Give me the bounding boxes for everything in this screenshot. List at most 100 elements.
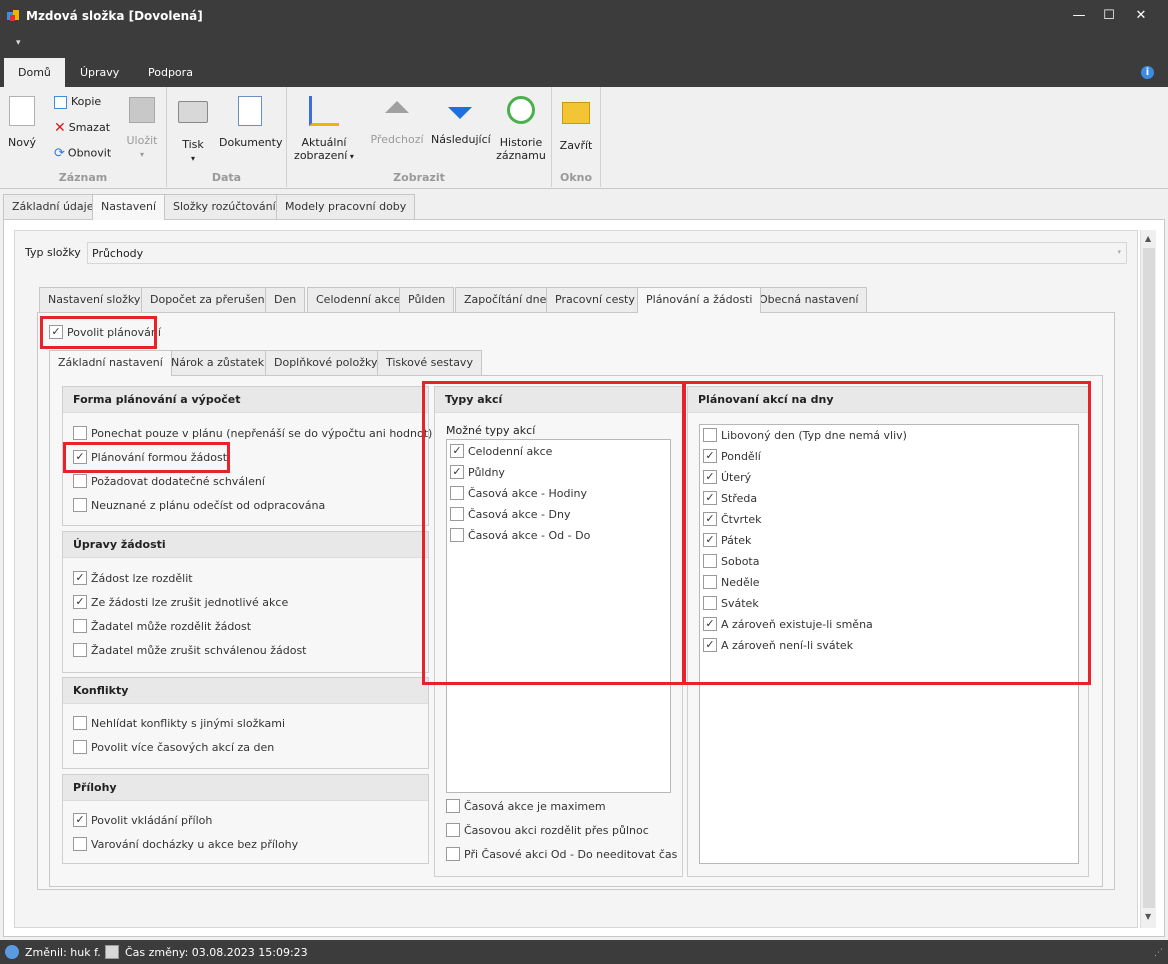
tab-narok-a-zustatek[interactable]: Nárok a zůstatek bbox=[162, 350, 274, 375]
ponechat-checkbox[interactable]: Ponechat pouze v plánu (nepřenáší se do … bbox=[73, 426, 432, 442]
list-item[interactable]: Neděle bbox=[703, 575, 760, 591]
tab-celodenni-akce[interactable]: Celodenní akce bbox=[307, 287, 410, 312]
tab-doplnkove-polozky[interactable]: Doplňkové položky bbox=[265, 350, 387, 375]
print-button[interactable]: Tisk ▾ bbox=[177, 93, 209, 164]
refresh-button[interactable]: ⟳ Obnovit bbox=[54, 146, 111, 161]
user-icon bbox=[5, 945, 19, 959]
copy-button[interactable]: Kopie bbox=[54, 95, 101, 109]
list-item[interactable]: ✓ Úterý bbox=[703, 470, 751, 486]
casova-maximem-checkbox[interactable]: Časová akce je maximem bbox=[446, 799, 606, 815]
vertical-scrollbar[interactable]: ▲ ▼ bbox=[1140, 230, 1156, 928]
list-item[interactable]: ✓ Pondělí bbox=[703, 449, 761, 465]
next-button[interactable]: Následující bbox=[431, 93, 491, 146]
list-item[interactable]: ✓ Celodenní akce bbox=[450, 444, 552, 460]
printer-icon bbox=[178, 101, 208, 123]
rozdelit-pulnoc-checkbox[interactable]: Časovou akci rozdělit přes půlnoc bbox=[446, 823, 649, 839]
list-item[interactable]: ✓ Čtvrtek bbox=[703, 512, 761, 528]
close-window-button[interactable]: Zavřít bbox=[556, 93, 596, 152]
list-item[interactable]: ✓ A zároveň není-li svátek bbox=[703, 638, 853, 654]
needitovat-cas-checkbox[interactable]: Při Časové akci Od - Do needitovat čas bbox=[446, 847, 677, 863]
tab-zapocitani-dne[interactable]: Započítání dne bbox=[455, 287, 556, 312]
ribbon-group-label: Okno bbox=[559, 171, 593, 184]
list-item[interactable]: ✓ Půldny bbox=[450, 465, 505, 481]
typ-slozky-select[interactable]: Průchody ▾ bbox=[87, 242, 1127, 264]
tab-nastaveni-slozky[interactable]: Nastavení složky bbox=[39, 287, 150, 312]
ribbon-tab-upravy[interactable]: Úpravy bbox=[66, 58, 133, 87]
history-button[interactable]: Historie záznamu bbox=[495, 93, 547, 162]
zadatel-zrusit-checkbox[interactable]: Žadatel může zrušit schválenou žádost bbox=[73, 643, 307, 659]
arrow-down-icon bbox=[448, 107, 472, 119]
tab-modely-pracovni-doby[interactable]: Modely pracovní doby bbox=[276, 194, 416, 219]
status-bar: Změnil: huk f. Čas změny: 03.08.2023 15:… bbox=[0, 940, 1168, 964]
quick-access-dropdown-icon[interactable]: ▾ bbox=[16, 38, 21, 48]
ribbon-group-label: Zobrazit bbox=[393, 171, 445, 184]
tab-tiskove-sestavy[interactable]: Tiskové sestavy bbox=[377, 350, 482, 375]
list-item[interactable]: Sobota bbox=[703, 554, 759, 570]
list-item[interactable]: ✓ Pátek bbox=[703, 533, 751, 549]
group-header: Forma plánování a výpočet bbox=[63, 387, 428, 413]
tab-zakladni-udaje[interactable]: Základní údaje bbox=[3, 194, 103, 219]
refresh-icon: ⟳ bbox=[54, 146, 65, 161]
folder-icon bbox=[562, 102, 590, 124]
nehlidat-konflikty-checkbox[interactable]: Nehlídat konflikty s jinými složkami bbox=[73, 716, 285, 732]
tab-pracovni-cesty[interactable]: Pracovní cesty bbox=[546, 287, 644, 312]
tab-planovani-a-zadosti[interactable]: Plánování a žádosti bbox=[637, 287, 762, 313]
ribbon-tab-domu[interactable]: Domů bbox=[4, 58, 65, 87]
change-time-label: Čas změny: 03.08.2023 15:09:23 bbox=[125, 946, 308, 959]
previous-button[interactable]: Předchozí bbox=[369, 93, 425, 146]
scroll-thumb[interactable] bbox=[1143, 248, 1155, 908]
scroll-down-icon[interactable]: ▼ bbox=[1145, 912, 1151, 921]
info-icon[interactable]: i bbox=[1141, 66, 1154, 79]
minimize-button[interactable]: — bbox=[1064, 6, 1094, 26]
povolit-vice-akci-checkbox[interactable]: Povolit více časových akcí za den bbox=[73, 740, 274, 756]
new-button[interactable]: Nový bbox=[4, 93, 40, 149]
pozadovat-schvaleni-checkbox[interactable]: Požadovat dodatečné schválení bbox=[73, 474, 265, 490]
calendar-icon bbox=[105, 945, 119, 959]
list-item[interactable]: Svátek bbox=[703, 596, 759, 612]
ribbon: Nový Kopie ✕ Smazat ⟳ Obnovit Uložit ▾ Zázn… bbox=[0, 87, 1168, 189]
list-item[interactable]: Časová akce - Dny bbox=[450, 507, 570, 523]
chevron-down-icon: ▾ bbox=[1117, 248, 1121, 256]
tab-nastaveni[interactable]: Nastavení bbox=[92, 194, 166, 220]
ribbon-tabs: Domů Úpravy Podpora i bbox=[0, 58, 1168, 87]
mozne-typy-label: Možné typy akcí bbox=[446, 424, 536, 437]
tab-den[interactable]: Den bbox=[265, 287, 306, 312]
zadost-rozdelit-checkbox[interactable]: ✓ Žádost lze rozdělit bbox=[73, 571, 193, 587]
close-button[interactable]: ✕ bbox=[1126, 6, 1156, 26]
checkbox-box: ✓ bbox=[49, 325, 63, 339]
list-item[interactable]: Časová akce - Od - Do bbox=[450, 528, 590, 544]
povolit-planovani-checkbox[interactable]: ✓ Povolit plánování bbox=[49, 325, 161, 341]
scroll-up-icon[interactable]: ▲ bbox=[1145, 234, 1151, 243]
list-item[interactable]: Libovoný den (Typ dne nemá vliv) bbox=[703, 428, 907, 444]
save-button[interactable]: Uložit ▾ bbox=[124, 93, 160, 160]
ribbon-tab-podpora[interactable]: Podpora bbox=[134, 58, 207, 87]
tab-obecna-nastaveni[interactable]: Obecná nastavení bbox=[750, 287, 868, 312]
neuznane-checkbox[interactable]: Neuznané z plánu odečíst od odpracována bbox=[73, 498, 325, 514]
resize-grip-icon[interactable]: ⋰ bbox=[1154, 948, 1163, 958]
group-header: Typy akcí bbox=[435, 387, 682, 413]
save-icon bbox=[129, 97, 155, 123]
planovani-zadosti-checkbox[interactable]: ✓ Plánování formou žádostí bbox=[73, 450, 230, 466]
povolit-prilohy-checkbox[interactable]: ✓ Povolit vkládání příloh bbox=[73, 813, 212, 829]
list-item[interactable]: ✓ Středa bbox=[703, 491, 757, 507]
delete-button[interactable]: ✕ Smazat bbox=[54, 120, 110, 136]
varovani-dochazky-checkbox[interactable]: Varování docházky u akce bez přílohy bbox=[73, 837, 298, 853]
group-header: Úpravy žádosti bbox=[63, 532, 428, 558]
ribbon-group-data: Tisk ▾ Dokumenty Data bbox=[167, 87, 287, 187]
ribbon-group-okno: Zavřít Okno bbox=[552, 87, 601, 187]
sub-tabs: Nastavení složky Dopočet za přerušení De… bbox=[39, 287, 869, 313]
list-item[interactable]: ✓ A zároveň existuje-li směna bbox=[703, 617, 873, 633]
tab-dopocet[interactable]: Dopočet za přerušení bbox=[141, 287, 277, 312]
list-item[interactable]: Časová akce - Hodiny bbox=[450, 486, 587, 502]
zrusit-akce-checkbox[interactable]: ✓ Ze žádosti lze zrušit jednotlivé akce bbox=[73, 595, 288, 611]
inner-tabs: Základní nastavení Nárok a zůstatek Dopl… bbox=[49, 350, 482, 376]
documents-button[interactable]: Dokumenty bbox=[219, 93, 282, 149]
group-header: Plánovaní akcí na dny bbox=[688, 387, 1088, 413]
tab-zakladni-nastaveni[interactable]: Základní nastavení bbox=[49, 350, 172, 376]
current-view-button[interactable]: Aktuální zobrazení ▾ bbox=[291, 93, 357, 162]
tab-slozky-rozuctovani[interactable]: Složky rozúčtování bbox=[164, 194, 285, 219]
ribbon-group-label: Data bbox=[211, 171, 242, 184]
zadatel-rozdelit-checkbox[interactable]: Žadatel může rozdělit žádost bbox=[73, 619, 251, 635]
maximize-button[interactable]: ☐ bbox=[1094, 6, 1124, 26]
tab-pulden[interactable]: Půlden bbox=[399, 287, 455, 312]
